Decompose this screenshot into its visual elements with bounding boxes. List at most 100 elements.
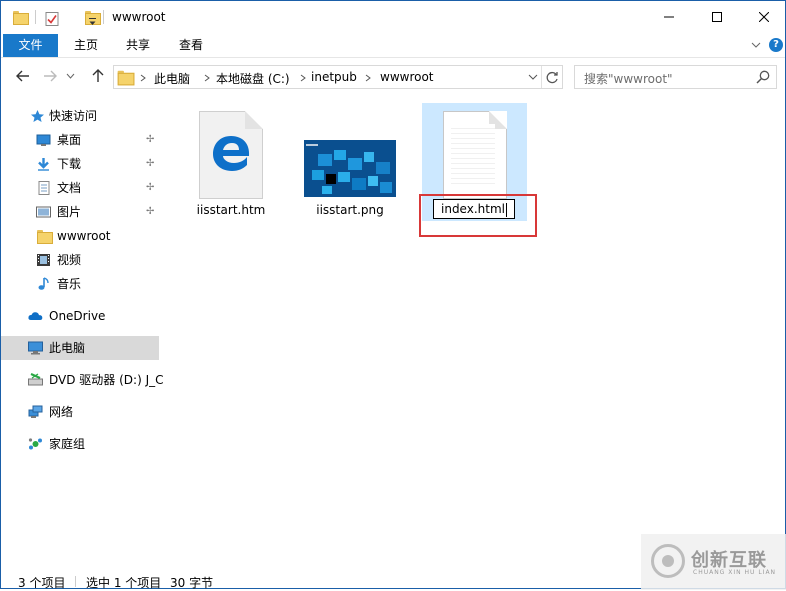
window-title: wwwroot <box>112 10 166 24</box>
edge-html-icon <box>199 111 263 199</box>
sidebar-item-label: DVD 驱动器 (D:) J_C <box>49 373 164 387</box>
tab-view[interactable]: 查看 <box>168 34 214 57</box>
maximize-icon <box>712 12 722 22</box>
sidebar-item-dvd-drive[interactable]: DVD 驱动器 (D:) J_C <box>1 368 164 392</box>
breadcrumb-local-disk[interactable]: 本地磁盘 (C:) <box>216 70 290 87</box>
sidebar-item-label: 家庭组 <box>49 437 86 451</box>
cloud-icon <box>28 312 43 320</box>
image-thumbnail <box>304 140 396 197</box>
chevron-right-icon[interactable] <box>300 74 306 82</box>
title-bar: wwwroot <box>1 1 785 34</box>
customize-toolbar-icon[interactable] <box>88 13 97 31</box>
document-icon <box>38 181 50 195</box>
ribbon-tabs: 文件 主页 共享 查看 ? <box>1 34 785 58</box>
blank-document-icon <box>443 111 507 199</box>
tab-file[interactable]: 文件 <box>3 34 58 57</box>
arrow-right-icon <box>44 70 57 82</box>
sidebar-item-music[interactable]: 音乐 <box>1 272 161 296</box>
chevron-right-icon <box>140 74 146 82</box>
folder-icon <box>117 70 135 86</box>
minimize-button[interactable] <box>646 1 692 33</box>
sidebar-item-downloads[interactable]: 下载 ✢ <box>1 152 161 176</box>
expand-ribbon-icon[interactable] <box>751 42 761 49</box>
selected-size: 30 字节 <box>170 576 214 590</box>
file-name: iisstart.png <box>316 203 384 217</box>
close-icon <box>759 12 769 22</box>
properties-icon[interactable] <box>45 10 59 28</box>
music-icon <box>38 277 49 290</box>
watermark: 创新互联 CHUANG XIN HU LIAN <box>641 534 786 590</box>
file-item-iisstart-htm[interactable]: iisstart.htm <box>178 105 284 221</box>
file-item-iisstart-png[interactable]: iisstart.png <box>297 105 403 221</box>
forward-button[interactable] <box>41 67 59 85</box>
refresh-icon[interactable] <box>546 71 559 84</box>
minimize-icon <box>664 16 674 18</box>
maximize-button[interactable] <box>694 1 740 33</box>
pin-icon: ✢ <box>146 158 155 169</box>
help-icon[interactable]: ? <box>769 38 783 52</box>
address-bar[interactable]: 此电脑 本地磁盘 (C:) inetpub wwwroot <box>113 65 563 89</box>
sidebar-item-label: 此电脑 <box>49 341 86 355</box>
file-name: iisstart.htm <box>196 203 266 217</box>
sidebar-item-documents[interactable]: 文档 ✢ <box>1 176 161 200</box>
sidebar-item-this-pc[interactable]: 此电脑 <box>1 336 159 360</box>
pictures-icon <box>36 206 51 218</box>
back-button[interactable] <box>14 67 32 85</box>
desktop-icon <box>36 134 51 146</box>
network-icon <box>28 405 43 418</box>
download-icon <box>38 158 49 171</box>
sidebar-item-label: 音乐 <box>57 277 82 291</box>
sidebar-item-onedrive[interactable]: OneDrive <box>1 304 161 328</box>
sidebar-item-network[interactable]: 网络 <box>1 400 161 424</box>
video-icon <box>37 254 50 266</box>
search-icon[interactable] <box>756 70 770 84</box>
sidebar-item-label: 快速访问 <box>49 109 98 123</box>
sidebar-item-label: OneDrive <box>49 309 106 323</box>
watermark-logo-icon <box>651 544 685 578</box>
sidebar-item-pictures[interactable]: 图片 ✢ <box>1 200 161 224</box>
folder-icon <box>13 11 29 25</box>
breadcrumb-inetpub[interactable]: inetpub <box>311 70 357 84</box>
pin-icon: ✢ <box>146 134 155 145</box>
close-button[interactable] <box>741 1 786 33</box>
highlight-box <box>419 194 537 237</box>
dvd-icon <box>28 373 43 386</box>
star-icon <box>31 110 44 122</box>
sidebar-item-label: 图片 <box>57 205 82 219</box>
search-box[interactable]: 搜索"wwwroot" <box>574 65 777 89</box>
sidebar-item-videos[interactable]: 视频 <box>1 248 161 272</box>
sidebar-item-quick-access[interactable]: 快速访问 <box>1 104 161 128</box>
explorer-window: wwwroot 文件 主页 共享 查看 ? 此电脑 本地磁盘 (C:) inet… <box>0 0 786 590</box>
chevron-down-icon[interactable] <box>528 74 538 81</box>
chevron-down-icon <box>66 73 74 79</box>
recent-locations-button[interactable] <box>64 67 76 85</box>
sidebar-item-homegroup[interactable]: 家庭组 <box>1 432 161 456</box>
homegroup-icon <box>28 438 42 450</box>
sidebar-item-wwwroot[interactable]: wwwroot <box>1 224 161 248</box>
sidebar-item-label: 桌面 <box>57 133 82 147</box>
sidebar-item-desktop[interactable]: 桌面 ✢ <box>1 128 161 152</box>
arrow-left-icon <box>16 70 29 82</box>
breadcrumb-this-pc[interactable]: 此电脑 <box>154 70 190 87</box>
pin-icon: ✢ <box>146 206 155 217</box>
folder-icon <box>37 230 53 244</box>
tab-home[interactable]: 主页 <box>63 34 109 57</box>
up-button[interactable] <box>89 67 107 85</box>
chevron-right-icon[interactable] <box>365 74 371 82</box>
computer-icon <box>28 341 43 355</box>
sidebar-item-label: wwwroot <box>57 229 111 243</box>
arrow-up-icon <box>92 69 104 82</box>
navigation-pane: 快速访问 桌面 ✢ 下载 ✢ 文档 ✢ 图片 ✢ wwwroot 视频 音乐 O… <box>1 101 164 561</box>
selected-count: 选中 1 个项目 <box>86 576 162 590</box>
tab-share[interactable]: 共享 <box>115 34 161 57</box>
watermark-subtext: CHUANG XIN HU LIAN <box>693 569 777 576</box>
sidebar-item-label: 视频 <box>57 253 82 267</box>
sidebar-item-label: 网络 <box>49 405 74 419</box>
sidebar-item-label: 文档 <box>57 181 82 195</box>
pin-icon: ✢ <box>146 182 155 193</box>
search-placeholder: 搜索"wwwroot" <box>584 72 673 86</box>
sidebar-item-label: 下载 <box>57 157 82 171</box>
breadcrumb-wwwroot[interactable]: wwwroot <box>380 70 434 84</box>
chevron-right-icon[interactable] <box>204 74 210 82</box>
item-count: 3 个项目 <box>18 576 66 590</box>
